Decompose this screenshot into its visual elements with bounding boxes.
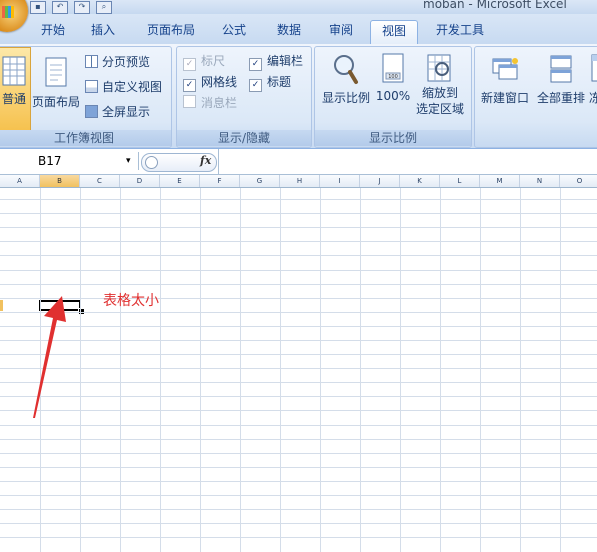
office-logo-icon	[2, 6, 14, 18]
annotation-text: 表格太小	[103, 293, 159, 309]
annotation-arrow-icon	[33, 296, 66, 418]
